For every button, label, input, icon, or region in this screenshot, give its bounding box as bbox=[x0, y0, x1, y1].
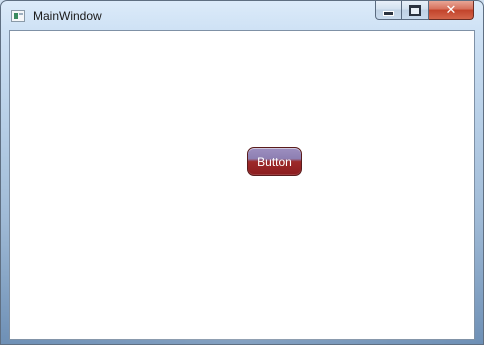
maximize-icon bbox=[409, 4, 421, 16]
maximize-button[interactable] bbox=[402, 1, 429, 20]
client-area: Button bbox=[9, 30, 475, 340]
app-window-icon[interactable] bbox=[11, 10, 25, 22]
title-bar[interactable]: MainWindow ✕ bbox=[1, 1, 483, 30]
caption-buttons: ✕ bbox=[375, 1, 474, 21]
minimize-icon bbox=[383, 10, 394, 16]
main-window: MainWindow ✕ Button bbox=[0, 0, 484, 345]
window-title: MainWindow bbox=[33, 9, 102, 23]
minimize-button[interactable] bbox=[375, 1, 402, 20]
close-icon: ✕ bbox=[445, 2, 457, 18]
close-button[interactable]: ✕ bbox=[429, 1, 474, 20]
button[interactable]: Button bbox=[247, 147, 302, 176]
